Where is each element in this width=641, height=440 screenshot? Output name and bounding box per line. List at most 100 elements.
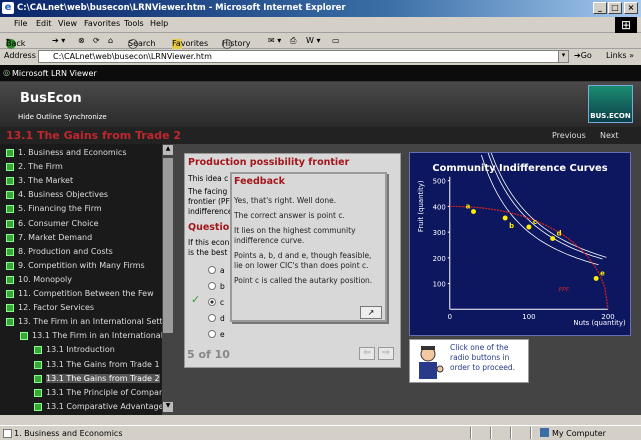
menu-tools[interactable]: Tools	[124, 19, 144, 28]
option-a-radio[interactable]	[208, 266, 216, 274]
toc-item[interactable]: 13.1 Comparative Advantage 1	[46, 402, 171, 411]
favorites-label: Favorites	[172, 39, 209, 48]
scroll-down-icon[interactable]: ▼	[163, 402, 173, 412]
indifference-chart: Community Indifference Curves 100 200 300 4…	[409, 152, 631, 336]
toc-item[interactable]: 5. Financing the Firm	[18, 204, 102, 213]
instruction-line-2: radio buttons in	[450, 353, 510, 362]
address-dropdown-icon[interactable]: ▾	[558, 50, 569, 63]
synchronize-link[interactable]: Synchronize	[64, 113, 107, 121]
links-button[interactable]: Links »	[606, 51, 634, 60]
status-separator	[530, 427, 532, 439]
y-tick-label: 200	[433, 255, 446, 263]
title-bar: e C:\CALnet\web\busecon\LRNViewer.htm - …	[0, 0, 641, 17]
toc-item[interactable]: 13.1 Introduction	[46, 345, 115, 354]
menu-file[interactable]: File	[14, 19, 27, 28]
question-panel-title: Production possibility frontier	[188, 157, 350, 168]
option-b-radio[interactable]	[208, 282, 216, 290]
minimize-button[interactable]: _	[593, 2, 607, 14]
y-tick-label: 500	[433, 178, 446, 186]
toc-item-icon	[6, 247, 14, 256]
toc-item[interactable]: 13.1 The Gains from Trade 1	[46, 360, 160, 369]
option-d-label: d	[220, 314, 225, 323]
refresh-icon[interactable]: ⟳	[93, 36, 100, 45]
toc-item-icon	[6, 191, 14, 200]
option-e-radio[interactable]	[208, 330, 216, 338]
x-axis-label: Nuts (quantity)	[573, 319, 626, 327]
presenter-icon	[419, 346, 444, 379]
feedback-line-4a: Points a, b, d and e, though feasible,	[234, 251, 372, 260]
toc-item[interactable]: 3. The Market	[18, 176, 73, 185]
go-label: Go	[580, 51, 592, 60]
zone-text: My Computer	[552, 429, 606, 438]
next-question-icon[interactable]: ⇨	[378, 347, 394, 360]
maximize-button[interactable]: □	[608, 2, 622, 14]
section-bar: 13.1 The Gains from Trade 2 Previous Nex…	[0, 127, 641, 144]
back-label: Back	[6, 39, 26, 48]
toc-item[interactable]: 4. Business Objectives	[18, 190, 108, 199]
outline-scrollbar[interactable]: ▲ ▼	[162, 144, 174, 415]
toc-item-icon	[34, 346, 42, 355]
back-button[interactable]: Back ▾	[6, 36, 25, 49]
toc-item[interactable]: 8. Production and Costs	[18, 247, 113, 256]
course-header: BusEcon Hide Outline Synchronize	[0, 82, 641, 127]
question-heading: Question	[188, 222, 237, 233]
question-text-1: If this econ	[188, 238, 230, 247]
section-title: 13.1 The Gains from Trade 2	[6, 129, 182, 142]
prev-question-icon[interactable]: ⇦	[359, 347, 375, 360]
option-c-label: c	[220, 298, 225, 307]
toc-item[interactable]: 13.1 The Firm in an International	[32, 331, 163, 340]
stop-icon[interactable]: ⊗	[78, 36, 85, 45]
toc-item[interactable]: 9. Competition with Many Firms	[18, 261, 145, 270]
menu-edit[interactable]: Edit	[36, 19, 52, 28]
point-c	[526, 224, 532, 230]
menu-view[interactable]: View	[58, 19, 77, 28]
intro-text-1: This idea c	[188, 174, 229, 183]
search-label: Search	[128, 39, 156, 48]
toc-item[interactable]: 13.1 The Gains from Trade 2	[46, 373, 160, 383]
toc-item[interactable]: 7. Market Demand	[18, 233, 92, 242]
menu-bar: File Edit View Favorites Tools Help	[0, 17, 641, 33]
mail-icon[interactable]: ✉ ▾	[268, 36, 281, 45]
toc-item-icon	[6, 233, 14, 242]
option-c-radio[interactable]	[208, 298, 216, 306]
print-icon[interactable]: ⎙	[290, 36, 296, 46]
home-icon[interactable]: ⌂	[108, 36, 113, 45]
toc-item[interactable]: 2. The Firm	[18, 162, 63, 171]
hide-outline-link[interactable]: Hide Outline	[18, 113, 62, 121]
status-text: 1. Business and Economics	[14, 429, 123, 438]
previous-link[interactable]: Previous	[552, 131, 586, 140]
point-label-d: d	[557, 230, 562, 238]
next-link[interactable]: Next	[600, 131, 619, 140]
menu-help[interactable]: Help	[150, 19, 168, 28]
edit-icon[interactable]: W ▾	[306, 36, 320, 45]
correct-check-icon: ✓	[191, 293, 201, 306]
status-separator	[470, 427, 472, 439]
toc-item[interactable]: 13. The Firm in an International Setti	[18, 317, 165, 326]
feedback-line-3b: indifference curve.	[234, 236, 305, 245]
computer-icon	[540, 428, 549, 437]
forward-button[interactable]: ➔ ▾	[52, 36, 65, 45]
discuss-icon[interactable]: ▭	[332, 36, 340, 45]
instruction-line-3: order to proceed.	[450, 363, 516, 372]
intro-text-2: The facing	[188, 187, 228, 196]
toc-item[interactable]: 12. Factor Services	[18, 303, 94, 312]
toc-item[interactable]: 13.1 The Principle of Comparat	[46, 388, 170, 397]
x-tick-label: 100	[522, 313, 535, 321]
feedback-line-2: The correct answer is point c.	[234, 211, 345, 220]
option-d-radio[interactable]	[208, 314, 216, 322]
chart-points: a b c d e	[466, 203, 605, 281]
history-label: History	[222, 39, 251, 48]
toc-item[interactable]: 10. Monopoly	[18, 275, 72, 284]
scroll-thumb[interactable]	[163, 158, 173, 333]
feedback-close-button[interactable]: ↗	[360, 306, 382, 319]
y-tick-label: 100	[433, 281, 446, 289]
address-input[interactable]: C:\CALnet\web\busecon\LRNViewer.htm	[38, 50, 568, 63]
scroll-up-icon[interactable]: ▲	[163, 145, 173, 155]
y-tick-label: 300	[433, 229, 446, 237]
toc-item[interactable]: 6. Consumer Choice	[18, 219, 99, 228]
go-button[interactable]: ➔Go	[574, 51, 592, 60]
toc-item[interactable]: 1. Business and Economics	[18, 148, 126, 157]
close-button[interactable]: ×	[624, 2, 638, 14]
menu-favorites[interactable]: Favorites	[84, 19, 120, 28]
toc-item[interactable]: 11. Competition Between the Few	[18, 289, 154, 298]
